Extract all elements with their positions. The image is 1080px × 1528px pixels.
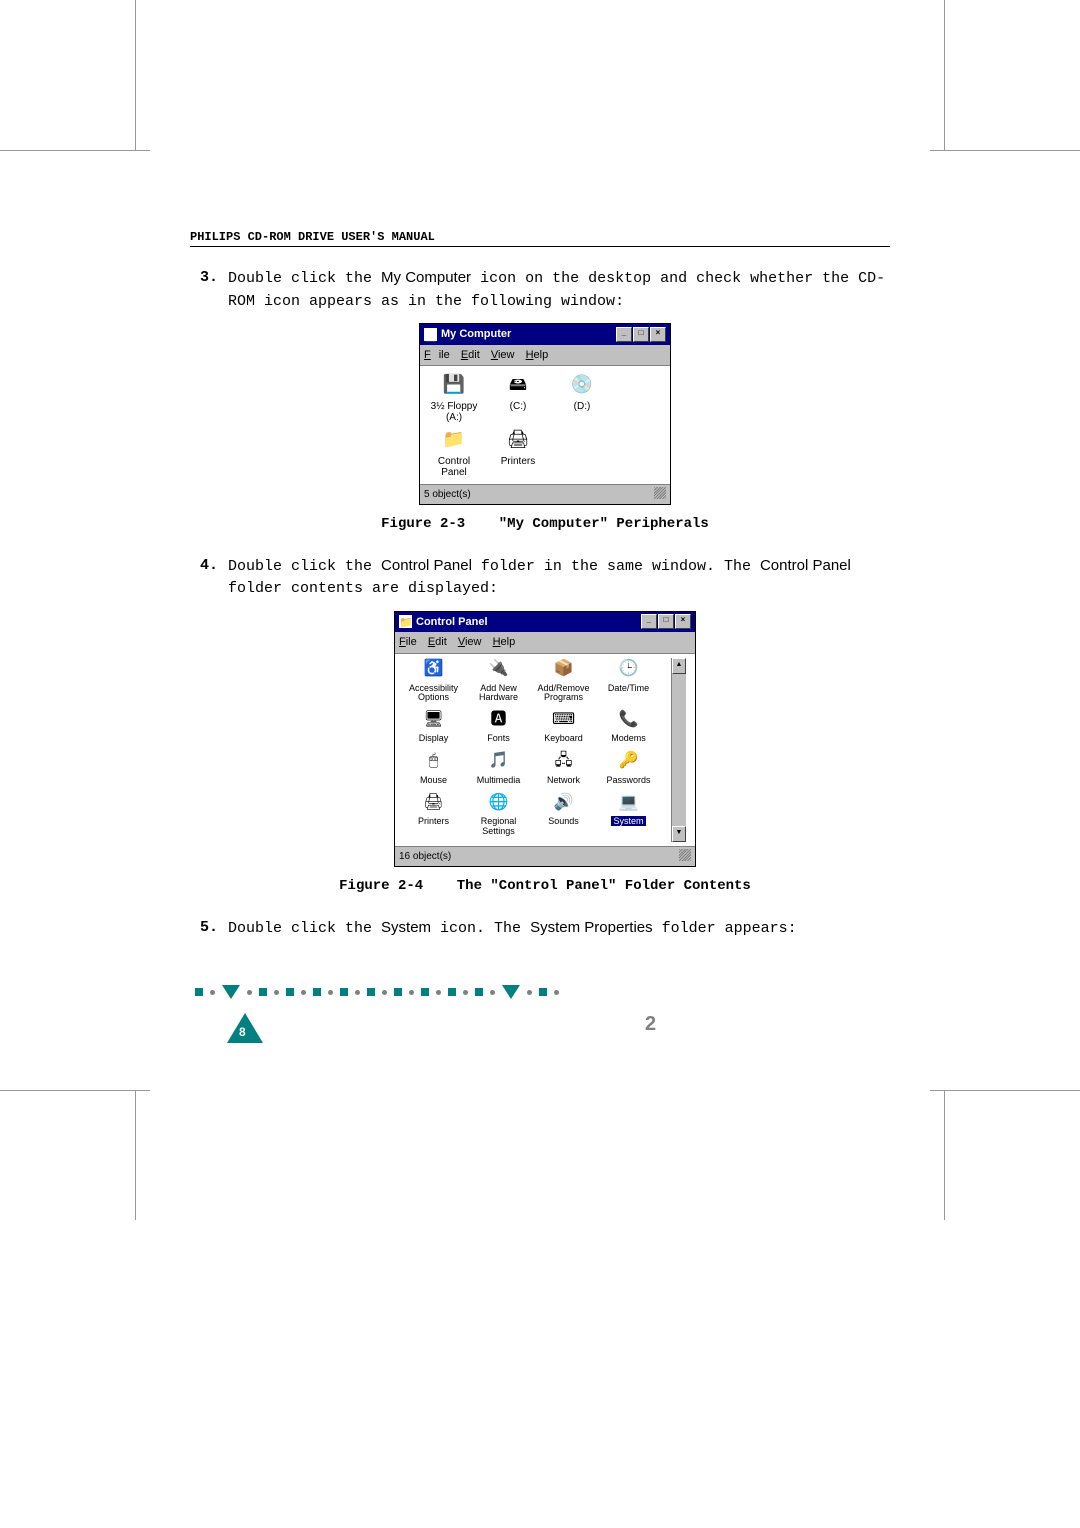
- window-controls: _ □ ×: [641, 614, 691, 629]
- cp-multimedia-icon[interactable]: 🎵Multimedia: [466, 750, 531, 785]
- ui-label-control-panel-2: Control Panel: [760, 557, 851, 574]
- cp-regional-settings-icon[interactable]: 🌐Regional Settings: [466, 791, 531, 836]
- menu-view[interactable]: View: [491, 349, 515, 361]
- page-content: PHILIPS CD-ROM DRIVE USER'S MANUAL 3. Do…: [190, 230, 890, 948]
- status-text: 5 object(s): [424, 487, 471, 502]
- chapter-number: 2: [645, 1013, 656, 1036]
- ornament-triangle-down-icon: [222, 985, 240, 999]
- figure-control-panel: 📁 Control Panel _ □ × File Edit View Hel…: [200, 611, 890, 868]
- menu-help[interactable]: Help: [493, 636, 516, 648]
- window-controls: _ □ ×: [616, 327, 666, 342]
- minimize-button[interactable]: _: [641, 614, 657, 629]
- status-text: 16 object(s): [399, 849, 451, 864]
- window-icon: 🖥: [424, 328, 437, 341]
- window-menubar: File Edit View Help: [395, 632, 695, 654]
- menu-edit[interactable]: Edit: [428, 636, 447, 648]
- window-menubar: File Edit View Help: [420, 345, 670, 367]
- close-button[interactable]: ×: [650, 327, 666, 342]
- window-body: 💾3½ Floppy (A:) 🖴(C:) 💿(D:) 📁Control Pan…: [420, 366, 670, 484]
- cp-sounds-icon[interactable]: 🔊Sounds: [531, 791, 596, 836]
- window-titlebar: 🖥 My Computer _ □ ×: [420, 324, 670, 345]
- maximize-button[interactable]: □: [658, 614, 674, 629]
- control-panel-window: 📁 Control Panel _ □ × File Edit View Hel…: [394, 611, 696, 868]
- window-titlebar: 📁 Control Panel _ □ ×: [395, 612, 695, 633]
- resize-grip-icon[interactable]: [654, 487, 666, 499]
- cp-passwords-icon[interactable]: 🔑Passwords: [596, 750, 661, 785]
- ornament-square-icon: [195, 988, 203, 996]
- cp-keyboard-icon[interactable]: ⌨Keyboard: [531, 708, 596, 743]
- cp-mouse-icon[interactable]: 🖱Mouse: [401, 750, 466, 785]
- cp-printers-icon[interactable]: 🖨Printers: [401, 791, 466, 836]
- menu-file[interactable]: File: [399, 636, 417, 648]
- window-title: Control Panel: [416, 614, 488, 631]
- scrollbar[interactable]: ▲ ▼: [671, 658, 686, 843]
- drive-d-cdrom-icon[interactable]: 💿(D:): [554, 372, 610, 423]
- step-text: Double click the My Computer icon on the…: [228, 267, 890, 313]
- minimize-button[interactable]: _: [616, 327, 632, 342]
- drive-floppy-icon[interactable]: 💾3½ Floppy (A:): [426, 372, 482, 423]
- ui-label-control-panel: Control Panel: [381, 557, 472, 574]
- running-header: PHILIPS CD-ROM DRIVE USER'S MANUAL: [190, 230, 890, 247]
- drive-c-icon[interactable]: 🖴(C:): [490, 372, 546, 423]
- cp-display-icon[interactable]: 🖥Display: [401, 708, 466, 743]
- my-computer-window: 🖥 My Computer _ □ × File Edit View Help: [419, 323, 671, 505]
- window-icon: 📁: [399, 615, 412, 628]
- cp-fonts-icon[interactable]: 🅰Fonts: [466, 708, 531, 743]
- cp-add-remove-programs-icon[interactable]: 📦Add/Remove Programs: [531, 658, 596, 703]
- cp-date-time-icon[interactable]: 🕒Date/Time: [596, 658, 661, 703]
- page-number-triangle-icon: 8: [227, 1013, 263, 1043]
- close-button[interactable]: ×: [675, 614, 691, 629]
- figure-3-caption: Figure 2-3 "My Computer" Peripherals: [200, 514, 890, 535]
- menu-edit[interactable]: Edit: [461, 349, 480, 361]
- menu-help[interactable]: Help: [526, 349, 549, 361]
- cp-add-hardware-icon[interactable]: 🔌Add New Hardware: [466, 658, 531, 703]
- window-body: ♿Accessibility Options 🔌Add New Hardware…: [395, 654, 695, 847]
- control-panel-folder-icon[interactable]: 📁Control Panel: [426, 427, 482, 478]
- page-number: 8: [239, 1025, 246, 1039]
- step-5: 5. Double click the System icon. The Sys…: [200, 917, 890, 941]
- scroll-up-button[interactable]: ▲: [672, 658, 686, 674]
- ornament-dot-icon: [210, 990, 215, 995]
- cp-system-icon[interactable]: 💻System: [596, 791, 661, 836]
- menu-file[interactable]: File: [424, 349, 450, 361]
- figure-4-caption: Figure 2-4 The "Control Panel" Folder Co…: [200, 876, 890, 897]
- window-title: My Computer: [441, 326, 511, 343]
- step-number: 4.: [200, 555, 228, 601]
- window-statusbar: 16 object(s): [395, 846, 695, 866]
- figure-my-computer: 🖥 My Computer _ □ × File Edit View Help: [200, 323, 890, 506]
- step-4: 4. Double click the Control Panel folder…: [200, 555, 890, 601]
- window-statusbar: 5 object(s): [420, 484, 670, 504]
- step-3: 3. Double click the My Computer icon on …: [200, 267, 890, 313]
- ui-label-system: System: [381, 919, 431, 936]
- resize-grip-icon[interactable]: [679, 849, 691, 861]
- step-text: Double click the System icon. The System…: [228, 917, 890, 941]
- step-number: 3.: [200, 267, 228, 313]
- step-text: Double click the Control Panel folder in…: [228, 555, 890, 601]
- cp-modems-icon[interactable]: 📞Modems: [596, 708, 661, 743]
- step-number: 5.: [200, 917, 228, 941]
- ui-label-my-computer: My Computer: [381, 269, 471, 286]
- maximize-button[interactable]: □: [633, 327, 649, 342]
- page-footer-ornament: 8 2: [195, 985, 705, 999]
- cp-network-icon[interactable]: 🖧Network: [531, 750, 596, 785]
- printers-folder-icon[interactable]: 🖨Printers: [490, 427, 546, 478]
- scroll-down-button[interactable]: ▼: [672, 826, 686, 842]
- cp-accessibility-icon[interactable]: ♿Accessibility Options: [401, 658, 466, 703]
- menu-view[interactable]: View: [458, 636, 482, 648]
- ui-label-system-properties: System Properties: [530, 919, 653, 936]
- ornament-triangle-down-icon: [502, 985, 520, 999]
